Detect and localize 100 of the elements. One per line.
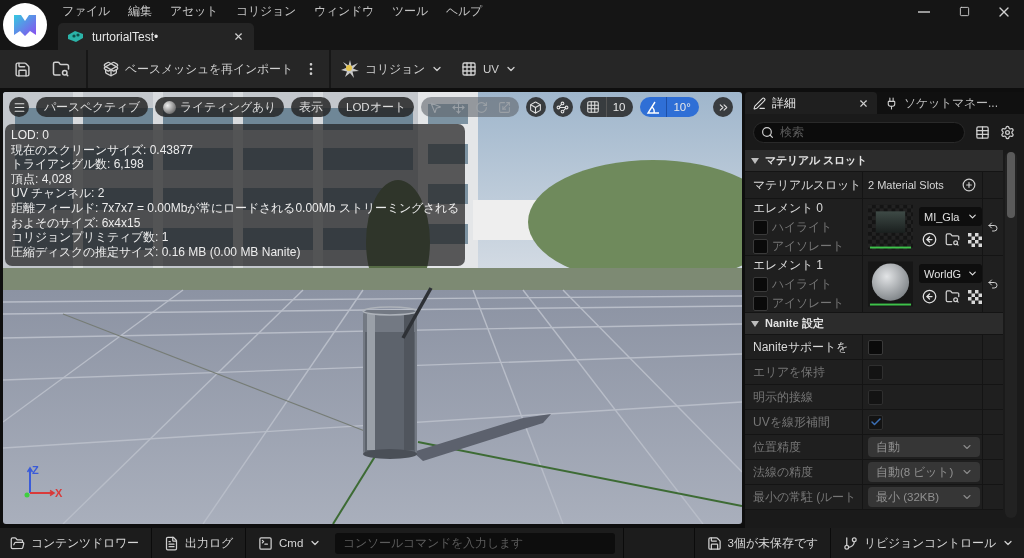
menu-item[interactable]: ヘルプ — [437, 0, 491, 23]
sphere-icon — [163, 100, 176, 114]
check-icon — [869, 416, 882, 428]
axis-label: Z — [32, 464, 39, 476]
reimport-button[interactable]: ベースメッシュを再インポート — [103, 56, 293, 82]
minimize-icon — [918, 10, 930, 13]
document-tab[interactable]: turtorialTest• — [58, 23, 254, 50]
stats-text: トライアングル数: 6,198 — [11, 157, 144, 172]
save-icon — [706, 535, 722, 551]
menu-item[interactable]: 編集 — [119, 0, 161, 23]
sphere-material-preview[interactable] — [868, 261, 913, 307]
reset-icon[interactable] — [987, 278, 999, 290]
folder-search-icon[interactable] — [52, 60, 70, 78]
content-drawer-button[interactable]: コンテンツドロワー — [0, 528, 149, 558]
menu-item[interactable]: ウィンドウ — [305, 0, 383, 23]
output-log-button[interactable]: 出力ログ — [154, 528, 243, 558]
checkbox[interactable] — [868, 339, 883, 355]
arrow-left-circle-icon[interactable] — [922, 232, 937, 247]
menu-item[interactable]: ツール — [383, 0, 437, 23]
view-mode-button[interactable]: パースペクティブ — [36, 97, 148, 117]
checker-icon[interactable] — [968, 232, 982, 247]
checkbox[interactable] — [753, 276, 768, 292]
uv-dropdown[interactable]: UV — [461, 56, 517, 82]
menu-item[interactable]: アセット — [161, 0, 227, 23]
material-dropdown[interactable]: WorldG — [919, 264, 982, 283]
nodes-icon — [556, 100, 570, 114]
document-icon — [164, 535, 179, 551]
collision-dropdown[interactable]: コリジョン — [341, 56, 443, 82]
lod-button[interactable]: LODオート — [338, 97, 414, 117]
property-label: マテリアルスロット — [753, 176, 861, 194]
stats-text: LOD: 0 — [11, 128, 49, 143]
chevron-icon — [967, 268, 978, 279]
stats-text: 距離フィールド: 7x7x7 = 0.00Mbが常にロードされる0.00Mb ストリーミングされる — [11, 200, 459, 216]
menu-item[interactable]: コリジョン — [227, 0, 305, 23]
scrollbar-thumb[interactable] — [1007, 152, 1015, 218]
property-label: エリアを保持 — [753, 363, 825, 381]
search-field[interactable]: 検索 — [753, 121, 965, 143]
close-icon[interactable] — [233, 31, 244, 42]
folder-search-icon[interactable] — [945, 232, 960, 247]
panel-tab[interactable]: ソケットマネー... — [877, 92, 1009, 114]
checkbox-label: ハイライト — [772, 218, 832, 236]
save-icon[interactable] — [14, 60, 31, 78]
checkbox[interactable] — [753, 295, 768, 311]
checkbox-label: アイソレート — [772, 294, 844, 312]
grid-icon — [461, 61, 477, 77]
search-icon — [761, 125, 774, 139]
settings-icon[interactable] — [1000, 124, 1015, 140]
stats-text: コリジョンプリミティブ数: 1 — [11, 230, 169, 245]
menu-icon — [12, 100, 26, 114]
angle-snap-button[interactable]: 10° — [640, 97, 699, 117]
collapse-triangle-icon[interactable] — [751, 156, 759, 165]
property-label: UVを線形補間 — [753, 413, 830, 431]
collapse-triangle-icon[interactable] — [751, 319, 759, 328]
material-dropdown[interactable]: MI_Gla — [919, 207, 982, 226]
arrow-left-circle-icon[interactable] — [922, 289, 937, 304]
stats-text: およそのサイズ: 6x4x15 — [11, 215, 141, 231]
package-icon — [103, 61, 119, 77]
property-label: Naniteサポートを — [753, 338, 848, 356]
reset-icon[interactable] — [987, 221, 999, 233]
folder-icon — [10, 535, 25, 551]
axis-label: X — [55, 487, 63, 499]
grid-icon — [585, 100, 600, 114]
panel-tab[interactable]: 詳細 — [745, 92, 877, 114]
grid-snap-button[interactable]: 10 — [579, 97, 634, 117]
table-view-icon[interactable] — [975, 124, 990, 140]
stats-text: 頂点: 4,028 — [11, 171, 72, 187]
cube-icon — [529, 100, 543, 114]
add-icon[interactable] — [962, 178, 976, 192]
folder-search-icon[interactable] — [945, 289, 960, 304]
lighting-mode-button[interactable]: ライティングあり — [155, 97, 284, 117]
property-label: 最小の常駐 (ルート — [753, 488, 857, 506]
property-label: エレメント 1 — [753, 256, 823, 274]
angle-icon — [646, 100, 661, 114]
cmd-dropdown[interactable]: Cmd — [248, 528, 332, 558]
checkbox[interactable] — [753, 219, 768, 235]
chevron-icon — [967, 211, 978, 222]
stats-text: 圧縮ディスクの推定サイズ: 0.16 MB (0.00 MB Nanite) — [11, 244, 301, 260]
console-input-field[interactable]: コンソールコマンドを入力します — [335, 532, 616, 554]
section-header[interactable]: マテリアル スロット — [745, 150, 1003, 172]
mesh-icon — [67, 30, 84, 43]
stats-text: 現在のスクリーンサイズ: 0.43877 — [11, 142, 194, 158]
property-label: 位置精度 — [753, 438, 801, 456]
checkbox-label: アイソレート — [772, 237, 844, 255]
checker-icon[interactable] — [968, 289, 982, 304]
close-icon[interactable] — [858, 97, 869, 109]
app-logo-icon — [3, 3, 47, 47]
branch-icon — [843, 535, 858, 551]
property-label: エレメント 0 — [753, 199, 823, 217]
unsaved-assets-button[interactable]: 3個が未保存です — [696, 528, 828, 558]
revision-control-button[interactable]: リビジョンコントロール — [833, 528, 1024, 558]
maximize-icon — [958, 6, 970, 17]
property-label: 明示的接線 — [753, 388, 813, 406]
section-header[interactable]: Nanite 設定 — [745, 313, 1003, 335]
checkbox[interactable] — [753, 238, 768, 254]
pen-icon — [753, 96, 766, 110]
show-menu-button[interactable]: 表示 — [291, 97, 331, 117]
menu-item[interactable]: ファイル — [53, 0, 119, 23]
plug-icon — [885, 96, 898, 110]
glass-material-preview[interactable] — [868, 204, 913, 250]
property-value: 2 Material Slots — [868, 179, 944, 191]
